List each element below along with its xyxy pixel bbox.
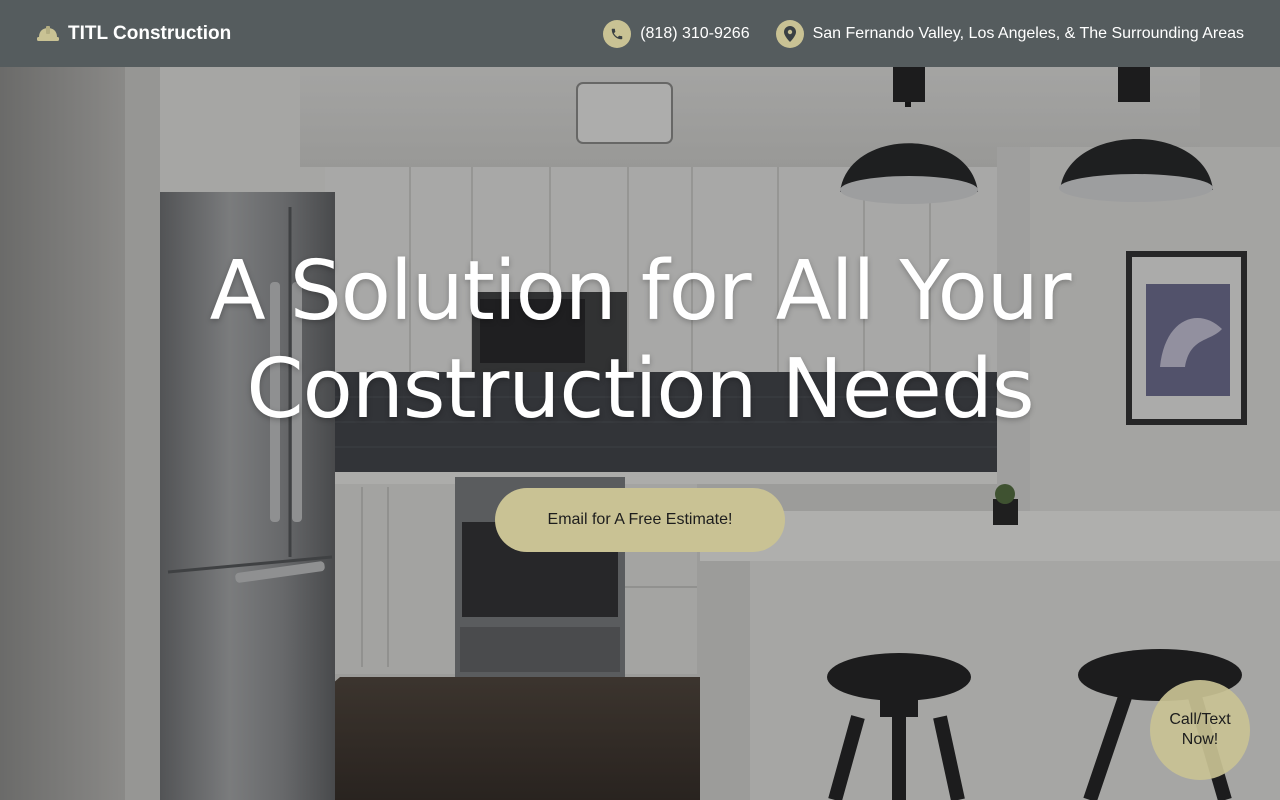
- service-area: San Fernando Valley, Los Angeles, & The …: [775, 19, 1244, 48]
- brand-link[interactable]: TITL Construction: [36, 23, 231, 45]
- call-text-now-button[interactable]: Call/Text Now!: [1150, 680, 1250, 780]
- phone-number: (818) 310-9266: [640, 24, 750, 42]
- map-pin-icon: [775, 19, 804, 48]
- hero-headline-line-1: A Solution for All Your: [209, 244, 1072, 339]
- brand-name: TITL Construction: [68, 22, 232, 44]
- phone-icon: [603, 19, 632, 48]
- phone-link[interactable]: (818) 310-9266: [603, 19, 750, 48]
- hero-headline: A Solution for All Your Construction Nee…: [0, 243, 1280, 439]
- email-estimate-button[interactable]: Email for A Free Estimate!: [495, 488, 785, 552]
- hero-section: A Solution for All Your Construction Nee…: [0, 67, 1280, 800]
- service-area-text: San Fernando Valley, Los Angeles, & The …: [812, 24, 1244, 42]
- site-header: TITL Construction (818) 310-9266 San Fer…: [0, 0, 1280, 67]
- hero-headline-line-2: Construction Needs: [246, 342, 1034, 437]
- hard-hat-icon: [36, 24, 60, 44]
- contact-info: (818) 310-9266 San Fernando Valley, Los …: [603, 19, 1244, 48]
